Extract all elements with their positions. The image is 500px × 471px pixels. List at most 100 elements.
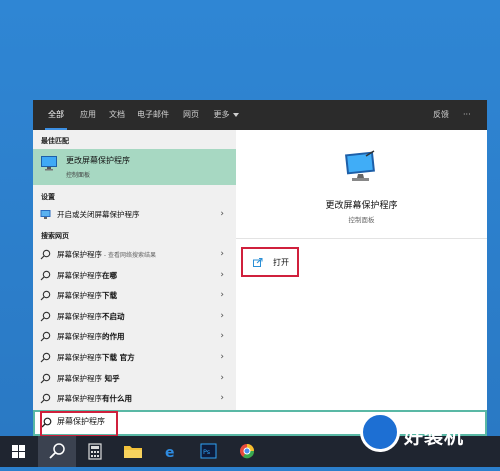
section-best-match: 最佳匹配 (41, 137, 69, 145)
tab-bar: 全部 应用 文档 电子邮件 网页 更多 反馈 ··· (33, 100, 487, 130)
calculator-icon (88, 443, 102, 460)
settings-item[interactable]: 开启或关闭屏幕保护程序 › (33, 206, 236, 224)
tab-email[interactable]: 电子邮件 (133, 100, 173, 130)
search-icon (40, 270, 51, 281)
svg-text:Ps: Ps (203, 448, 211, 456)
best-match-subtitle: 控制面板 (66, 172, 91, 179)
web-result-item[interactable]: 屏幕保护程序 - 查看网络搜索结果 › (33, 246, 236, 264)
search-icon (40, 311, 51, 322)
web-result-item[interactable]: 屏幕保护程序有什么用 › (33, 390, 236, 408)
web-result-item[interactable]: 屏幕保护程序 知乎 › (33, 370, 236, 388)
chevron-right-icon[interactable]: › (220, 249, 224, 259)
web-result-label: 屏幕保护程序不启动 (57, 311, 125, 322)
web-result-item[interactable]: 屏幕保护程序下载 官方 › (33, 349, 236, 367)
web-result-label: 屏幕保护程序的作用 (57, 331, 125, 342)
search-icon (49, 443, 65, 459)
callout-box (40, 411, 118, 437)
tab-more[interactable]: 更多 (209, 100, 243, 130)
tab-apps[interactable]: 应用 (73, 100, 103, 130)
preview-title: 更改屏幕保护程序 (325, 201, 398, 211)
query-text: 屏幕保护程序 (57, 332, 102, 342)
query-text: 屏幕保护程序 (57, 353, 102, 362)
web-result-label: 屏幕保护程序在哪 (57, 270, 117, 281)
monitor-settings-icon (40, 210, 51, 219)
taskbar-search-button[interactable] (38, 436, 76, 467)
suggestion-text: 下载 (102, 291, 117, 301)
search-icon (40, 373, 51, 384)
edge-icon: e (165, 445, 175, 461)
photoshop-icon: Ps (200, 443, 217, 459)
feedback-button[interactable]: 反馈 (433, 100, 449, 130)
results-list: 最佳匹配 更改屏幕保护程序 控制面板 设置 开启或关闭屏幕保护程序 › 搜索网页… (33, 130, 236, 410)
query-text: 屏幕保护程序 (57, 394, 102, 404)
chevron-right-icon[interactable]: › (220, 270, 224, 280)
best-match-item[interactable]: 更改屏幕保护程序 控制面板 (33, 149, 236, 185)
open-icon (253, 258, 263, 267)
web-result-label: 屏幕保护程序 知乎 (57, 373, 120, 384)
chevron-right-icon[interactable]: › (220, 290, 224, 300)
web-result-label: 屏幕保护程序下载 (57, 290, 117, 301)
search-icon (40, 249, 51, 260)
chevron-right-icon[interactable]: › (220, 331, 224, 341)
tab-more-label: 更多 (213, 110, 230, 119)
web-result-label: 屏幕保护程序有什么用 (57, 393, 132, 404)
watermark-text: 好装机 (404, 426, 465, 448)
query-text: 屏幕保护程序 (57, 291, 102, 301)
preview-pane: 更改屏幕保护程序 控制面板 打开 (236, 130, 487, 410)
chevron-right-icon[interactable]: › (220, 373, 224, 383)
start-button[interactable] (0, 436, 38, 467)
folder-icon (124, 446, 142, 458)
query-text: 屏幕保护程序 (57, 270, 102, 280)
preview-subtitle: 控制面板 (348, 216, 375, 224)
tab-web[interactable]: 网页 (179, 100, 203, 130)
suggestion-text: 知乎 (102, 373, 120, 383)
suggestion-text: 的作用 (102, 332, 125, 342)
suggestion-text: 不启动 (102, 311, 125, 321)
web-result-item[interactable]: 屏幕保护程序在哪 › (33, 267, 236, 285)
monitor-icon (41, 156, 57, 171)
chevron-right-icon[interactable]: › (220, 209, 224, 219)
web-result-item[interactable]: 屏幕保护程序的作用 › (33, 328, 236, 346)
chevron-right-icon[interactable]: › (220, 393, 224, 403)
windows-logo-icon (12, 445, 25, 458)
suggestion-text: 下载 官方 (102, 353, 135, 362)
best-match-title: 更改屏幕保护程序 (66, 156, 130, 165)
watermark-icon (360, 412, 400, 452)
hint-text: - 查看网络搜索结果 (102, 252, 156, 259)
tab-documents[interactable]: 文档 (103, 100, 131, 130)
photoshop-app[interactable]: Ps (190, 436, 228, 467)
tab-all[interactable]: 全部 (41, 100, 71, 130)
section-settings: 设置 (41, 193, 55, 201)
browser-app[interactable] (228, 436, 266, 467)
divider (236, 238, 487, 239)
open-label: 打开 (273, 258, 289, 267)
more-options-button[interactable]: ··· (463, 100, 471, 130)
watermark-logo: 好装机 (360, 406, 500, 467)
browser-icon (240, 444, 255, 459)
section-web-search: 搜索网页 (41, 232, 69, 240)
chevron-right-icon[interactable]: › (220, 311, 224, 321)
monitor-icon (345, 150, 375, 181)
web-result-label: 屏幕保护程序 - 查看网络搜索结果 (57, 249, 156, 260)
settings-item-label: 开启或关闭屏幕保护程序 (57, 210, 140, 219)
web-result-label: 屏幕保护程序下载 官方 (57, 352, 135, 363)
file-explorer-app[interactable] (114, 436, 152, 467)
chevron-down-icon (232, 112, 239, 117)
suggestion-text: 有什么用 (102, 394, 132, 404)
search-icon (40, 290, 51, 301)
query-text: 屏幕保护程序 (57, 311, 102, 321)
search-icon (40, 352, 51, 363)
search-icon (40, 393, 51, 404)
chevron-right-icon[interactable]: › (220, 352, 224, 362)
svg-text:e: e (165, 445, 175, 461)
query-text: 屏幕保护程序 (57, 250, 102, 259)
query-text: 屏幕保护程序 (57, 373, 102, 383)
open-button[interactable]: 打开 (241, 247, 299, 277)
web-result-item[interactable]: 屏幕保护程序不启动 › (33, 308, 236, 326)
search-icon (40, 332, 51, 342)
edge-browser-app[interactable]: e (152, 436, 190, 467)
calculator-app[interactable] (76, 436, 114, 467)
search-panel: 全部 应用 文档 电子邮件 网页 更多 反馈 ··· 最佳匹配 更改屏幕保护程序… (33, 100, 487, 410)
web-result-item[interactable]: 屏幕保护程序下载 › (33, 287, 236, 305)
suggestion-text: 在哪 (102, 270, 117, 280)
